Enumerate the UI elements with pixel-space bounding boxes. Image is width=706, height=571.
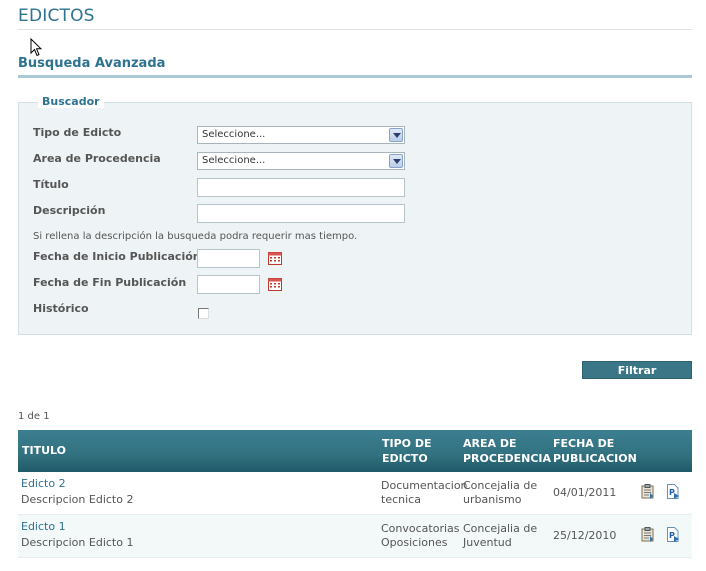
column-header-tipo: TIPO DE EDICTO <box>382 436 431 466</box>
column-header-area-line2: PROCEDENCIA <box>463 452 551 465</box>
results-table-header: TITULO TIPO DE EDICTO AREA DE PROCEDENCI… <box>18 430 692 472</box>
calendar-icon[interactable] <box>268 252 282 265</box>
area-procedencia-value: Seleccione... <box>202 155 266 166</box>
row-area-line1: Concejalia de <box>463 522 538 535</box>
descripcion-label: Descripción <box>33 204 106 217</box>
calendar-icon[interactable] <box>268 278 282 291</box>
row-title-link[interactable]: Edicto 1 <box>21 520 66 534</box>
tipo-edicto-select[interactable]: Seleccione... <box>197 126 405 144</box>
pdf-document-icon[interactable]: P <box>666 484 680 499</box>
pdf-document-icon[interactable]: P <box>666 527 680 542</box>
mouse-pointer-icon <box>30 38 42 57</box>
row-area-line2: urbanismo <box>463 493 522 506</box>
titulo-input[interactable] <box>197 178 405 197</box>
column-header-tipo-line1: TIPO DE <box>382 437 432 450</box>
row-tipo-line1: Convocatorias <box>381 522 460 535</box>
column-header-tipo-line2: EDICTO <box>382 452 428 465</box>
row-tipo: Convocatorias Oposiciones <box>381 522 460 550</box>
table-row: Edicto 1 Descripcion Edicto 1 Convocator… <box>18 515 692 558</box>
row-tipo-line2: Oposiciones <box>381 536 448 549</box>
filter-button[interactable]: Filtrar <box>582 361 692 379</box>
page-title: EDICTOS <box>18 6 95 26</box>
section-divider <box>18 75 692 78</box>
title-divider <box>18 29 692 30</box>
clipboard-icon[interactable] <box>641 527 655 542</box>
fecha-fin-label: Fecha de Fin Publicación <box>33 276 187 289</box>
chevron-down-icon[interactable] <box>389 128 403 142</box>
descripcion-input[interactable] <box>197 204 405 223</box>
column-header-area: AREA DE PROCEDENCIA <box>463 436 551 466</box>
row-area-line1: Concejalia de <box>463 479 538 492</box>
column-header-fecha-line1: FECHA DE <box>553 437 615 450</box>
descripcion-hint: Si rellena la descripción la busqueda po… <box>33 231 358 242</box>
row-tipo-line1: Documentacion <box>381 479 468 492</box>
tipo-edicto-value: Seleccione... <box>202 129 266 140</box>
pagination-info: 1 de 1 <box>18 411 50 422</box>
titulo-label: Título <box>33 178 69 191</box>
column-header-fecha: FECHA DE PUBLICACION <box>553 436 637 466</box>
column-header-fecha-line2: PUBLICACION <box>553 452 637 465</box>
area-procedencia-label: Area de Procedencia <box>33 152 161 165</box>
row-description: Descripcion Edicto 1 <box>21 536 134 549</box>
row-fecha: 25/12/2010 <box>553 529 617 542</box>
section-title: Busqueda Avanzada <box>18 56 166 71</box>
clipboard-icon[interactable] <box>641 484 655 499</box>
fecha-inicio-label: Fecha de Inicio Publicación <box>33 250 201 263</box>
historico-label: Histórico <box>33 302 89 315</box>
row-tipo: Documentacion tecnica <box>381 479 468 507</box>
search-panel-legend: Buscador <box>38 95 104 108</box>
row-title-link[interactable]: Edicto 2 <box>21 477 66 491</box>
row-description: Descripcion Edicto 2 <box>21 493 134 506</box>
chevron-down-icon[interactable] <box>389 154 403 168</box>
row-fecha: 04/01/2011 <box>553 486 617 499</box>
row-tipo-line2: tecnica <box>381 493 421 506</box>
row-area-line2: Juventud <box>463 536 512 549</box>
row-area: Concejalia de Juventud <box>463 522 537 550</box>
column-header-titulo: TITULO <box>22 444 66 457</box>
row-area: Concejalia de urbanismo <box>463 479 537 507</box>
fecha-fin-input[interactable] <box>197 275 260 294</box>
area-procedencia-select[interactable]: Seleccione... <box>197 152 405 170</box>
fecha-inicio-input[interactable] <box>197 249 260 268</box>
column-header-area-line1: AREA DE <box>463 437 517 450</box>
tipo-edicto-label: Tipo de Edicto <box>33 126 122 139</box>
table-row: Edicto 2 Descripcion Edicto 2 Documentac… <box>18 472 692 515</box>
historico-checkbox[interactable] <box>198 308 209 319</box>
